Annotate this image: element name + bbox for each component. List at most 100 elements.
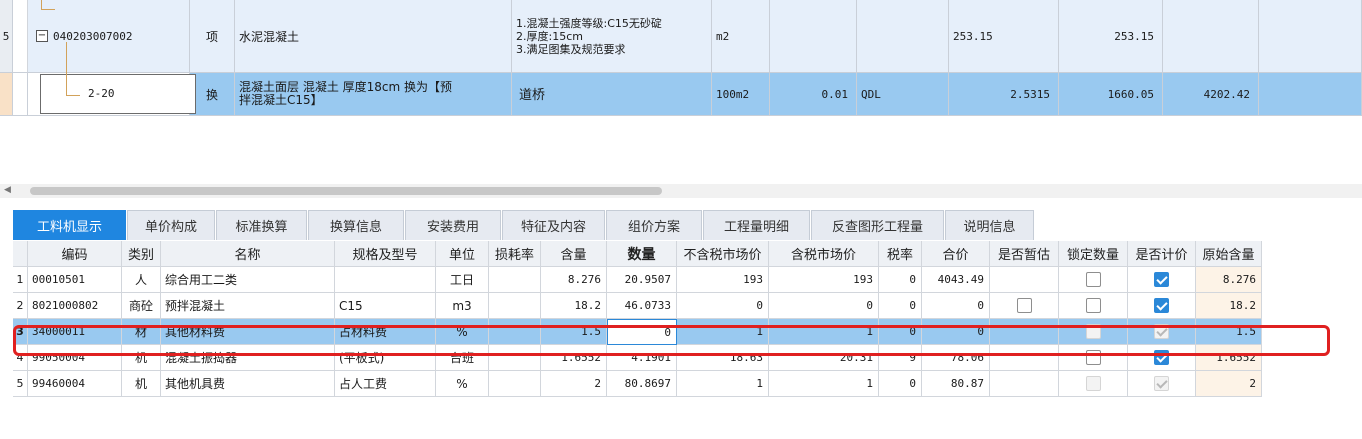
tab-labor-material-machine[interactable]: 工料机显示 bbox=[13, 210, 126, 240]
header-priced[interactable]: 是否计价 bbox=[1128, 241, 1196, 267]
spec-cell[interactable] bbox=[335, 267, 436, 293]
name-cell[interactable]: 综合用工二类 bbox=[161, 267, 335, 293]
item-row-selected[interactable]: 换 混凝土面层 混凝土 厚度18cm 换为【预 拌混凝土C15】 100m2 0… bbox=[0, 73, 1362, 116]
price-ex-tax-cell[interactable]: 1 bbox=[677, 371, 769, 397]
quantity-cell[interactable]: 253.15 bbox=[1059, 0, 1163, 73]
content-cell[interactable]: 18.2 bbox=[541, 293, 607, 319]
code-cell[interactable]: − 040203007002 bbox=[28, 0, 190, 73]
header-price-ex-tax[interactable]: 不含税市场价 bbox=[677, 241, 769, 267]
type-cell: 换 bbox=[190, 73, 235, 116]
tab-standard-conversion[interactable]: 标准换算 bbox=[216, 210, 307, 240]
loss-rate-cell[interactable] bbox=[489, 267, 541, 293]
header-category[interactable]: 类别 bbox=[122, 241, 161, 267]
table-row[interactable]: 1 00010501 人 综合用工二类 工日 8.276 20.9507 193 193 0 404… bbox=[13, 267, 1362, 293]
table-row[interactable]: 5 99460004 机 其他机具费 占人工费% 2 80.8697 1 1 0 80.87 2 bbox=[13, 371, 1362, 397]
header-price-in-tax[interactable]: 含税市场价 bbox=[769, 241, 879, 267]
header-name[interactable]: 名称 bbox=[161, 241, 335, 267]
priced-cell[interactable] bbox=[1128, 293, 1196, 319]
category-cell-text: 机 bbox=[134, 377, 147, 391]
header-lock-qty[interactable]: 锁定数量 bbox=[1059, 241, 1128, 267]
name-cell[interactable]: 水泥混凝土 bbox=[235, 0, 512, 73]
provisional-cell[interactable] bbox=[990, 371, 1059, 397]
scroll-left-icon[interactable]: ◀ bbox=[4, 185, 11, 195]
tax-rate-cell-text: 0 bbox=[909, 377, 916, 390]
tax-rate-cell[interactable]: 0 bbox=[879, 293, 922, 319]
tab-installation-fee[interactable]: 安装费用 bbox=[405, 210, 501, 240]
header-total[interactable]: 合价 bbox=[922, 241, 990, 267]
lock-qty-cell[interactable] bbox=[1059, 371, 1128, 397]
code-cell[interactable]: 8021000802 bbox=[28, 293, 122, 319]
header-content[interactable]: 含量 bbox=[541, 241, 607, 267]
header-unit[interactable]: 单位 bbox=[436, 241, 489, 267]
checkbox[interactable] bbox=[1085, 272, 1101, 287]
content-cell[interactable]: 8.276 bbox=[541, 267, 607, 293]
orig-content-cell-text: 18.2 bbox=[1229, 299, 1257, 312]
tab-description[interactable]: 说明信息 bbox=[945, 210, 1034, 240]
header-tax-rate[interactable]: 税率 bbox=[879, 241, 922, 267]
tab-unit-price-composition[interactable]: 单价构成 bbox=[127, 210, 215, 240]
content-cell[interactable]: 2 bbox=[541, 371, 607, 397]
price-ex-tax-cell[interactable]: 193 bbox=[677, 267, 769, 293]
name-cell[interactable]: 混凝土面层 混凝土 厚度18cm 换为【预 拌混凝土C15】 bbox=[235, 73, 512, 116]
checkbox[interactable] bbox=[1154, 298, 1169, 313]
tax-rate-cell[interactable]: 0 bbox=[879, 267, 922, 293]
spec-cell[interactable]: C15 bbox=[335, 293, 436, 319]
tax-rate-cell[interactable]: 0 bbox=[879, 371, 922, 397]
code-input[interactable] bbox=[40, 74, 196, 114]
horizontal-scrollbar[interactable]: ◀ bbox=[0, 184, 1362, 198]
code-cell[interactable]: 99460004 bbox=[28, 371, 122, 397]
collapse-icon[interactable]: − bbox=[36, 30, 48, 42]
table-row[interactable]: 2 8021000802 商砼 预拌混凝土 C15 m3 18.2 46.0733 0 0 0 0 18… bbox=[13, 293, 1362, 319]
quantity-cell[interactable]: 80.8697 bbox=[607, 371, 677, 397]
price-in-tax-cell[interactable]: 0 bbox=[769, 293, 879, 319]
checkbox[interactable] bbox=[1085, 298, 1101, 313]
spec-cell[interactable]: 占人工费 bbox=[335, 371, 436, 397]
header-spec[interactable]: 规格及型号 bbox=[335, 241, 436, 267]
loss-rate-cell[interactable] bbox=[489, 293, 541, 319]
header-rownum bbox=[13, 241, 28, 267]
tab-reverse-graphic-quantity[interactable]: 反查图形工程量 bbox=[811, 210, 944, 240]
priced-cell[interactable] bbox=[1128, 267, 1196, 293]
orig-content-cell: 2 bbox=[1196, 371, 1262, 397]
price-in-tax-cell[interactable]: 193 bbox=[769, 267, 879, 293]
header-orig-content[interactable]: 原始含量 bbox=[1196, 241, 1262, 267]
header-quantity[interactable]: 数量 bbox=[607, 241, 677, 267]
quantity-cell[interactable]: 20.9507 bbox=[607, 267, 677, 293]
tab-features-content[interactable]: 特征及内容 bbox=[502, 210, 605, 240]
tab-quantity-detail[interactable]: 工程量明细 bbox=[703, 210, 810, 240]
header-code[interactable]: 编码 bbox=[28, 241, 122, 267]
checkbox[interactable] bbox=[1154, 272, 1169, 287]
price-ex-tax-cell[interactable]: 0 bbox=[677, 293, 769, 319]
lock-qty-cell[interactable] bbox=[1059, 293, 1128, 319]
quantity-cell[interactable]: 1660.05 bbox=[1059, 73, 1163, 116]
tab-pricing-scheme[interactable]: 组价方案 bbox=[606, 210, 702, 240]
item-row[interactable]: 5 − 040203007002 项 水泥混凝土 1.混凝土强度等级:C15无砂… bbox=[0, 0, 1362, 73]
scrollbar-thumb[interactable] bbox=[30, 187, 662, 195]
quantity-cell[interactable]: 46.0733 bbox=[607, 293, 677, 319]
name-cell[interactable]: 预拌混凝土 bbox=[161, 293, 335, 319]
unit-cell[interactable]: % bbox=[436, 371, 489, 397]
unit-cell[interactable]: 工日 bbox=[436, 267, 489, 293]
name-cell[interactable]: 其他机具费 bbox=[161, 371, 335, 397]
code-cell[interactable]: 00010501 bbox=[28, 267, 122, 293]
name-cell-text: 预拌混凝土 bbox=[165, 299, 226, 313]
provisional-cell[interactable] bbox=[990, 293, 1059, 319]
feature-desc-cell[interactable]: 1.混凝土强度等级:C15无砂碇 2.厚度:15cm 3.满足图集及规范要求 bbox=[512, 0, 712, 73]
qty-expr-cell[interactable]: 253.15 bbox=[949, 0, 1059, 73]
unit-cell[interactable]: m3 bbox=[436, 293, 489, 319]
tab-conversion-info[interactable]: 换算信息 bbox=[308, 210, 404, 240]
header-provisional[interactable]: 是否暂估 bbox=[990, 241, 1059, 267]
price-cell bbox=[1163, 0, 1259, 73]
qty-expr-cell[interactable]: 2.5315 bbox=[949, 73, 1059, 116]
category-cell-text: 人 bbox=[134, 273, 147, 287]
priced-cell[interactable] bbox=[1128, 371, 1196, 397]
unit-cell: 100m2 bbox=[712, 73, 770, 116]
header-loss-rate[interactable]: 损耗率 bbox=[489, 241, 541, 267]
checkbox[interactable] bbox=[1016, 298, 1032, 313]
provisional-cell[interactable] bbox=[990, 267, 1059, 293]
lock-qty-cell[interactable] bbox=[1059, 267, 1128, 293]
price-in-tax-cell[interactable]: 1 bbox=[769, 371, 879, 397]
tree-line bbox=[66, 42, 67, 96]
price-in-tax-cell-text: 0 bbox=[866, 299, 873, 312]
loss-rate-cell[interactable] bbox=[489, 371, 541, 397]
